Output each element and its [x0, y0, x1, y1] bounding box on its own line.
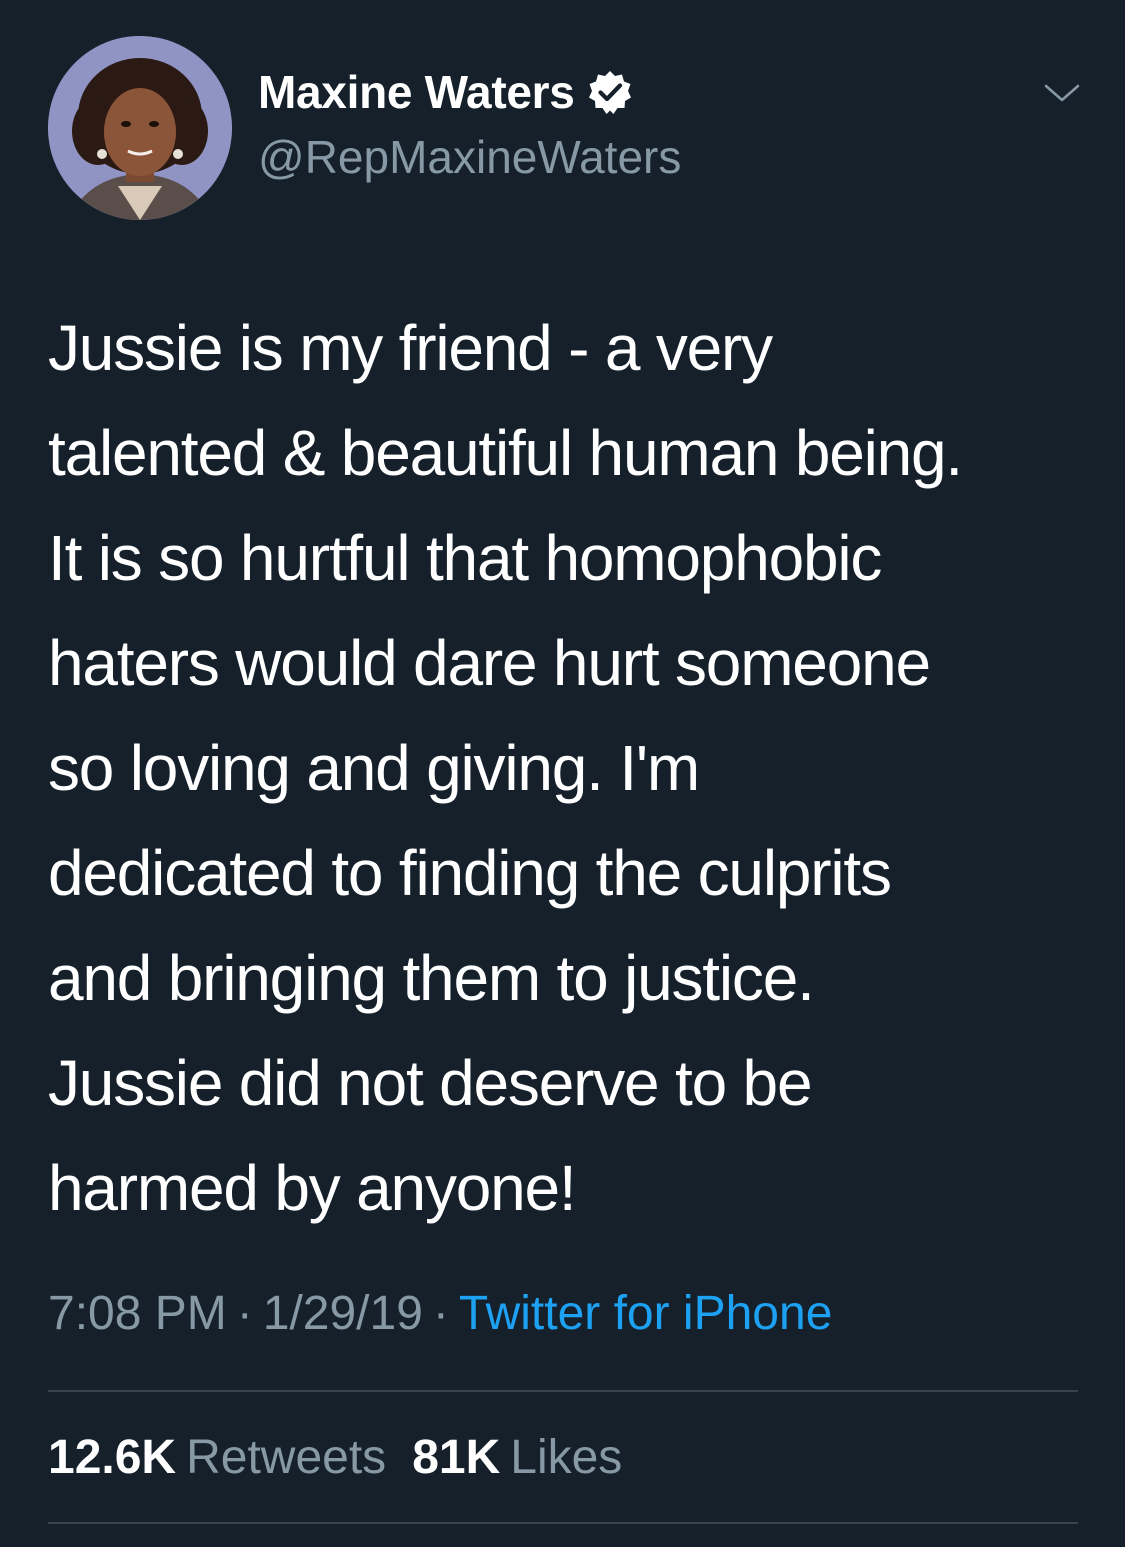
author-name-row[interactable]: Maxine Waters [258, 62, 633, 122]
retweets-label: Retweets [186, 1431, 387, 1484]
tweet-text-line: and bringing them to justice. [48, 942, 815, 1014]
divider [48, 1522, 1078, 1524]
tweet-text-line: Jussie is my friend - a very [48, 312, 773, 384]
source-link[interactable]: Twitter for iPhone [459, 1287, 833, 1340]
retweets-stat[interactable]: 12.6K Retweets [48, 1431, 412, 1484]
likes-stat[interactable]: 81K Likes [412, 1431, 648, 1484]
divider [48, 1390, 1078, 1392]
separator: · [432, 1287, 449, 1340]
chevron-down-icon[interactable] [1040, 78, 1084, 108]
tweet-text-line: so loving and giving. I'm [48, 732, 700, 804]
likes-count: 81K [412, 1431, 501, 1484]
avatar[interactable] [48, 36, 232, 220]
display-name[interactable]: Maxine Waters [258, 65, 575, 119]
engagement-stats: 12.6K Retweets 81K Likes [48, 1430, 648, 1485]
tweet-text-line: It is so hurtful that homophobic [48, 522, 882, 594]
tweet-date: 1/29/19 [262, 1287, 423, 1340]
verified-badge-icon [587, 69, 633, 115]
tweet-metadata: 7:08 PM · 1/29/19 · Twitter for iPhone [48, 1286, 832, 1341]
handle[interactable]: @RepMaxineWaters [258, 130, 681, 184]
tweet-text-line: talented & beautiful human being. [48, 417, 963, 489]
tweet: Maxine Waters @RepMaxineWaters Jussie is… [0, 0, 1125, 1547]
likes-label: Likes [510, 1431, 623, 1484]
tweet-text-line: dedicated to finding the culprits [48, 837, 892, 909]
tweet-text-line: haters would dare hurt someone [48, 627, 931, 699]
avatar-photo [48, 36, 232, 220]
separator: · [236, 1287, 253, 1340]
tweet-time: 7:08 PM [48, 1287, 227, 1340]
retweets-count: 12.6K [48, 1431, 177, 1484]
tweet-text-line: harmed by anyone! [48, 1152, 577, 1224]
tweet-text-line: Jussie did not deserve to be [48, 1047, 813, 1119]
tweet-text: Jussie is my friend - a very talented & … [48, 296, 1098, 1241]
